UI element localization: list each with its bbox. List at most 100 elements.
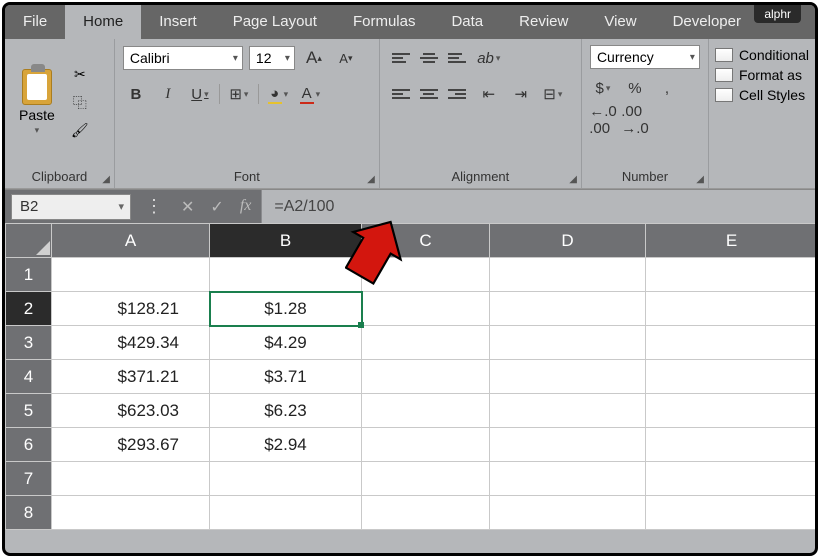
cell[interactable] — [490, 394, 646, 428]
insert-function-button[interactable]: fx — [240, 197, 252, 217]
cell[interactable]: $128.21 — [52, 292, 210, 326]
clipboard-dialog-launcher[interactable]: ◢ — [102, 174, 110, 185]
bold-button[interactable]: B — [123, 81, 149, 107]
row-header[interactable]: 6 — [6, 428, 52, 462]
row-header[interactable]: 4 — [6, 360, 52, 394]
cell[interactable] — [52, 462, 210, 496]
cell[interactable] — [362, 428, 490, 462]
decrease-indent-button[interactable]: ⇤ — [476, 81, 502, 107]
cell[interactable]: $2.94 — [210, 428, 362, 462]
tab-developer[interactable]: Developer — [655, 5, 759, 39]
tab-file[interactable]: File — [5, 5, 65, 39]
select-all-corner[interactable] — [6, 224, 52, 258]
copy-button[interactable]: ⿻ — [69, 92, 91, 114]
cut-button[interactable]: ✂ — [69, 64, 91, 86]
fill-color-button[interactable]: ◕ — [265, 81, 291, 107]
cell[interactable] — [362, 360, 490, 394]
font-dialog-launcher[interactable]: ◢ — [367, 174, 375, 185]
tab-home[interactable]: Home — [65, 5, 141, 39]
increase-decimal-button[interactable]: ←.0.00 — [590, 107, 616, 133]
cell[interactable] — [362, 462, 490, 496]
col-header-a[interactable]: A — [52, 224, 210, 258]
cell[interactable] — [210, 258, 362, 292]
cell[interactable]: $623.03 — [52, 394, 210, 428]
cell[interactable]: $1.28 — [210, 292, 362, 326]
cell[interactable] — [52, 496, 210, 530]
font-size-dropdown[interactable]: 12 — [249, 46, 295, 70]
cell[interactable]: $371.21 — [52, 360, 210, 394]
align-top-button[interactable] — [388, 45, 414, 71]
cell[interactable] — [362, 326, 490, 360]
col-header-e[interactable]: E — [646, 224, 818, 258]
cell[interactable] — [646, 326, 818, 360]
shrink-font-button[interactable]: A▾ — [333, 45, 359, 71]
cell[interactable] — [646, 496, 818, 530]
cell[interactable]: $293.67 — [52, 428, 210, 462]
underline-button[interactable]: U — [187, 81, 213, 107]
cell[interactable] — [490, 326, 646, 360]
cancel-formula-button[interactable]: ✕ — [181, 197, 194, 217]
row-header[interactable]: 3 — [6, 326, 52, 360]
row-header[interactable]: 5 — [6, 394, 52, 428]
accept-formula-button[interactable]: ✓ — [210, 197, 223, 217]
font-color-button[interactable]: A — [297, 81, 323, 107]
cell[interactable] — [210, 496, 362, 530]
cell[interactable] — [362, 394, 490, 428]
cell[interactable]: $3.71 — [210, 360, 362, 394]
cell[interactable]: $4.29 — [210, 326, 362, 360]
row-header[interactable]: 7 — [6, 462, 52, 496]
cell[interactable] — [646, 462, 818, 496]
cell[interactable] — [490, 292, 646, 326]
align-right-button[interactable] — [444, 81, 470, 107]
tab-view[interactable]: View — [586, 5, 654, 39]
merge-button[interactable]: ⊟ — [540, 81, 566, 107]
align-middle-button[interactable] — [416, 45, 442, 71]
format-painter-button[interactable]: 🖌 — [69, 120, 91, 142]
align-left-button[interactable] — [388, 81, 414, 107]
increase-indent-button[interactable]: ⇥ — [508, 81, 534, 107]
comma-format-button[interactable]: , — [654, 75, 680, 101]
cell[interactable] — [362, 496, 490, 530]
tab-formulas[interactable]: Formulas — [335, 5, 434, 39]
cell[interactable] — [490, 258, 646, 292]
conditional-formatting-button[interactable]: Conditional — [715, 47, 809, 63]
format-as-table-button[interactable]: Format as — [715, 67, 802, 83]
row-header[interactable]: 8 — [6, 496, 52, 530]
paste-button[interactable]: Paste ▾ — [13, 65, 61, 140]
italic-button[interactable]: I — [155, 81, 181, 107]
cell[interactable] — [490, 496, 646, 530]
row-header[interactable]: 1 — [6, 258, 52, 292]
grow-font-button[interactable]: A▴ — [301, 45, 327, 71]
col-header-d[interactable]: D — [490, 224, 646, 258]
cell[interactable] — [490, 462, 646, 496]
cell-styles-button[interactable]: Cell Styles — [715, 87, 805, 103]
align-bottom-button[interactable] — [444, 45, 470, 71]
cell[interactable] — [490, 428, 646, 462]
cell[interactable] — [646, 258, 818, 292]
namebox-expand[interactable]: ⋮ — [137, 196, 171, 217]
cell[interactable] — [490, 360, 646, 394]
cell[interactable] — [210, 462, 362, 496]
name-box[interactable]: B2 — [11, 194, 131, 220]
percent-format-button[interactable]: % — [622, 75, 648, 101]
cell[interactable] — [362, 292, 490, 326]
cell[interactable] — [646, 360, 818, 394]
font-name-dropdown[interactable]: Calibri — [123, 46, 243, 70]
cell[interactable] — [52, 258, 210, 292]
orientation-button[interactable]: ab — [476, 45, 502, 71]
tab-insert[interactable]: Insert — [141, 5, 215, 39]
row-header[interactable]: 2 — [6, 292, 52, 326]
cell[interactable]: $6.23 — [210, 394, 362, 428]
decrease-decimal-button[interactable]: .00→.0 — [622, 107, 648, 133]
tab-data[interactable]: Data — [433, 5, 501, 39]
accounting-format-button[interactable]: $ — [590, 75, 616, 101]
alignment-dialog-launcher[interactable]: ◢ — [569, 174, 577, 185]
tab-review[interactable]: Review — [501, 5, 586, 39]
align-center-button[interactable] — [416, 81, 442, 107]
col-header-b[interactable]: B — [210, 224, 362, 258]
cell[interactable] — [646, 428, 818, 462]
cell[interactable]: $429.34 — [52, 326, 210, 360]
cell[interactable] — [646, 292, 818, 326]
borders-button[interactable]: ⊞ — [226, 81, 252, 107]
number-dialog-launcher[interactable]: ◢ — [696, 174, 704, 185]
